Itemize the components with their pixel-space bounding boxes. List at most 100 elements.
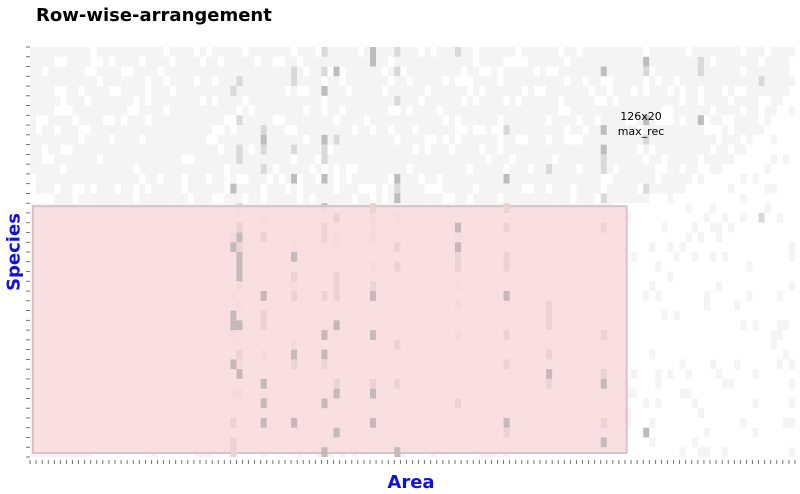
heatmap-cell [697,173,705,184]
heatmap-cell [594,134,601,145]
heatmap-cell [533,115,541,126]
heatmap-cell [357,125,365,135]
heatmap-cell [497,164,504,174]
heatmap-cell [582,134,589,145]
heatmap-cell [151,144,158,155]
heatmap-cell [661,183,668,194]
heatmap-cell [254,105,261,116]
heatmap-cell [193,86,201,96]
heatmap-cell [697,388,705,399]
heatmap-cell [448,76,456,87]
heatmap-cell [661,105,668,116]
heatmap-cell [30,164,37,174]
heatmap-cell [145,173,152,184]
heatmap-cell [260,76,267,87]
heatmap-cell [455,125,462,135]
heatmap-cell [643,339,650,350]
heatmap-cell [436,86,443,96]
heatmap-cell [108,95,116,106]
heatmap-cell [716,154,723,165]
heatmap-cell [133,183,140,194]
heatmap-cell [193,95,201,106]
heatmap-cell [722,66,729,77]
heatmap-cell [193,56,201,67]
heatmap-cell [716,222,723,233]
heatmap-cell [96,125,103,135]
heatmap-cell [697,349,705,360]
heatmap-cell [710,388,717,399]
heatmap-cell [527,76,535,87]
heatmap-cell [764,281,771,292]
heatmap-cell [600,47,607,57]
heatmap-cell [618,47,626,57]
heatmap-cell [691,417,698,428]
heatmap-cell [206,125,213,135]
heatmap-cell [746,261,753,272]
heatmap-cell [503,47,510,57]
heatmap-cell [776,154,783,165]
heatmap-cell [42,183,49,194]
heatmap-cell [224,56,231,67]
heatmap-cell [388,144,395,155]
heatmap-cell [42,76,49,87]
heatmap-cell [485,76,492,87]
heatmap-cell [722,359,729,370]
heatmap-cell [558,95,565,106]
heatmap-cell [321,134,328,145]
heatmap-cell [758,330,765,340]
heatmap-cell [564,154,571,165]
heatmap-cell [752,320,759,331]
heatmap-cell [752,47,759,57]
heatmap-cell [691,144,698,155]
heatmap-cell [78,183,85,194]
heatmap-cell [187,95,195,106]
heatmap-cell [345,164,352,174]
heatmap-cell [679,261,686,272]
heatmap-cell [667,349,674,360]
heatmap-cell [691,212,698,223]
heatmap-cell [770,76,777,87]
heatmap-cell [339,144,346,155]
heatmap-cell [661,349,668,360]
heatmap-cell [430,193,437,204]
heatmap-cell [127,173,134,184]
heatmap-cell [637,330,644,340]
heatmap-cell [72,144,79,155]
heatmap-cell [212,154,219,165]
heatmap-cell [278,86,286,96]
heatmap-cell [788,193,796,204]
heatmap-cell [394,154,401,165]
heatmap-cell [497,144,504,155]
heatmap-cell [236,134,243,145]
heatmap-cell [230,164,237,174]
heatmap-cell [552,56,559,67]
heatmap-cell [394,47,401,57]
heatmap-cell [151,193,158,204]
heatmap-cell [485,154,492,165]
heatmap-cell [716,47,723,57]
heatmap-cell [661,359,668,370]
heatmap-cell [127,154,134,165]
heatmap-cell [716,261,723,272]
heatmap-cell [673,95,680,106]
heatmap-cell [716,173,723,184]
heatmap-cell [594,183,601,194]
heatmap-cell [764,359,771,370]
heatmap-cell [212,47,219,57]
heatmap-cell [588,164,595,174]
heatmap-cell [691,193,698,204]
heatmap-cell [631,164,638,174]
heatmap-cell [788,300,796,311]
heatmap-cell [673,203,680,214]
heatmap-cell [145,134,152,145]
heatmap-cell [764,115,771,126]
heatmap-cell [558,76,565,87]
heatmap-cell [448,105,456,116]
heatmap-cell [139,183,146,194]
heatmap-cell [734,369,741,379]
heatmap-cell [66,66,73,77]
heatmap-cell [710,164,717,174]
heatmap-cell [679,359,686,370]
heatmap-cell [679,398,686,409]
heatmap-cell [679,193,686,204]
